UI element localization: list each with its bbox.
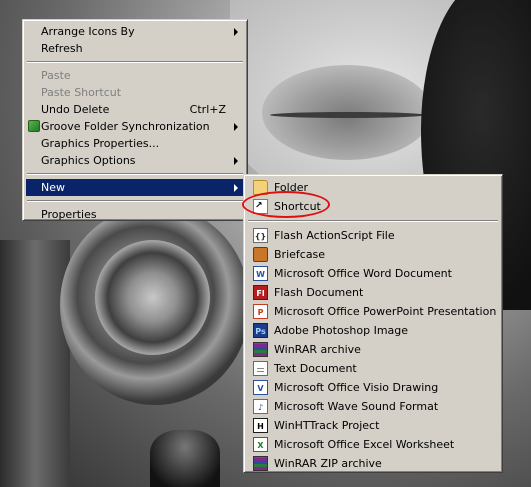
submenu-item-shortcut[interactable]: Shortcut (247, 197, 499, 216)
menu-item-groove-folder-sync[interactable]: Groove Folder Synchronization (26, 118, 244, 135)
menu-separator (27, 200, 243, 202)
submenu-item-briefcase[interactable]: Briefcase (247, 245, 499, 264)
menu-item-properties[interactable]: Properties (26, 206, 244, 223)
menu-item-paste: Paste (26, 67, 244, 84)
submenu-item-text-document[interactable]: Text Document (247, 359, 499, 378)
httrack-icon: H (253, 418, 268, 433)
submenu-arrow-icon (234, 157, 238, 165)
briefcase-icon (253, 247, 268, 262)
menu-item-label: Paste Shortcut (41, 86, 122, 99)
wallpaper-violin-neck (0, 240, 70, 487)
desktop-wallpaper[interactable]: Arrange Icons By Refresh Paste Paste Sho… (0, 0, 531, 487)
submenu-item-word-document[interactable]: W Microsoft Office Word Document (247, 264, 499, 283)
shortcut-icon (253, 199, 268, 214)
menu-item-paste-shortcut: Paste Shortcut (26, 84, 244, 101)
menu-item-label: Arrange Icons By (41, 25, 135, 38)
submenu-item-label: WinRAR ZIP archive (274, 457, 382, 470)
flash-document-icon: Fl (253, 285, 268, 300)
submenu-item-photoshop[interactable]: Ps Adobe Photoshop Image (247, 321, 499, 340)
submenu-item-winrar-archive[interactable]: WinRAR archive (247, 340, 499, 359)
menu-item-label: Refresh (41, 42, 83, 55)
submenu-arrow-icon (234, 123, 238, 131)
menu-item-undo-delete[interactable]: Undo Delete Ctrl+Z (26, 101, 244, 118)
menu-item-label: Undo Delete (41, 103, 110, 116)
submenu-item-label: Briefcase (274, 248, 326, 261)
menu-item-arrange-icons-by[interactable]: Arrange Icons By (26, 23, 244, 40)
menu-item-graphics-options[interactable]: Graphics Options (26, 152, 244, 169)
wallpaper-violin-peg (150, 430, 220, 487)
wave-sound-icon: ♪ (253, 399, 268, 414)
menu-item-shortcut: Ctrl+Z (189, 103, 226, 116)
submenu-item-label: Microsoft Wave Sound Format (274, 400, 439, 413)
submenu-item-label: Shortcut (274, 200, 321, 213)
menu-item-graphics-properties[interactable]: Graphics Properties... (26, 135, 244, 152)
folder-icon (253, 180, 268, 195)
submenu-arrow-icon (234, 28, 238, 36)
groove-icon (28, 120, 40, 132)
actionscript-file-icon: {} (253, 228, 268, 243)
menu-item-label: Graphics Options (41, 154, 136, 167)
menu-item-label: Graphics Properties... (41, 137, 160, 150)
menu-item-new[interactable]: New (26, 179, 244, 196)
submenu-arrow-icon (234, 184, 238, 192)
winrar-icon (253, 342, 268, 357)
wallpaper-violin-scroll-inner (95, 240, 210, 355)
desktop-context-menu: Arrange Icons By Refresh Paste Paste Sho… (22, 19, 248, 221)
submenu-item-excel-worksheet[interactable]: X Microsoft Office Excel Worksheet (247, 435, 499, 454)
submenu-item-label: Folder (274, 181, 308, 194)
submenu-item-label: Flash Document (274, 286, 364, 299)
menu-separator (27, 61, 243, 63)
submenu-item-label: Adobe Photoshop Image (274, 324, 409, 337)
visio-icon: V (253, 380, 268, 395)
photoshop-icon: Ps (253, 323, 268, 338)
submenu-item-label: Flash ActionScript File (274, 229, 395, 242)
submenu-item-label: WinHTTrack Project (274, 419, 380, 432)
submenu-item-label: Microsoft Office Excel Worksheet (274, 438, 455, 451)
menu-item-label: Paste (41, 69, 71, 82)
submenu-item-label: Microsoft Office Visio Drawing (274, 381, 439, 394)
powerpoint-icon: P (253, 304, 268, 319)
menu-item-refresh[interactable]: Refresh (26, 40, 244, 57)
winrar-zip-icon (253, 456, 268, 471)
submenu-item-flash-actionscript[interactable]: {} Flash ActionScript File (247, 226, 499, 245)
menu-separator (248, 220, 498, 222)
submenu-item-label: WinRAR archive (274, 343, 361, 356)
submenu-item-folder[interactable]: Folder (247, 178, 499, 197)
submenu-item-visio-drawing[interactable]: V Microsoft Office Visio Drawing (247, 378, 499, 397)
submenu-item-httrack-project[interactable]: H WinHTTrack Project (247, 416, 499, 435)
wallpaper-lips-line (270, 112, 425, 118)
excel-icon: X (253, 437, 268, 452)
menu-separator (27, 173, 243, 175)
menu-item-label: New (41, 181, 65, 194)
menu-item-label: Properties (41, 208, 97, 221)
new-submenu: Folder Shortcut {} Flash ActionScript Fi… (243, 174, 503, 473)
submenu-item-label: Microsoft Office Word Document (274, 267, 452, 280)
submenu-item-winrar-zip[interactable]: WinRAR ZIP archive (247, 454, 499, 473)
submenu-item-label: Microsoft Office PowerPoint Presentation (274, 305, 497, 318)
word-document-icon: W (253, 266, 268, 281)
submenu-item-flash-document[interactable]: Fl Flash Document (247, 283, 499, 302)
text-document-icon (253, 361, 268, 376)
submenu-item-label: Text Document (274, 362, 357, 375)
menu-item-label: Groove Folder Synchronization (41, 120, 210, 133)
submenu-item-wave-sound[interactable]: ♪ Microsoft Wave Sound Format (247, 397, 499, 416)
submenu-item-powerpoint[interactable]: P Microsoft Office PowerPoint Presentati… (247, 302, 499, 321)
